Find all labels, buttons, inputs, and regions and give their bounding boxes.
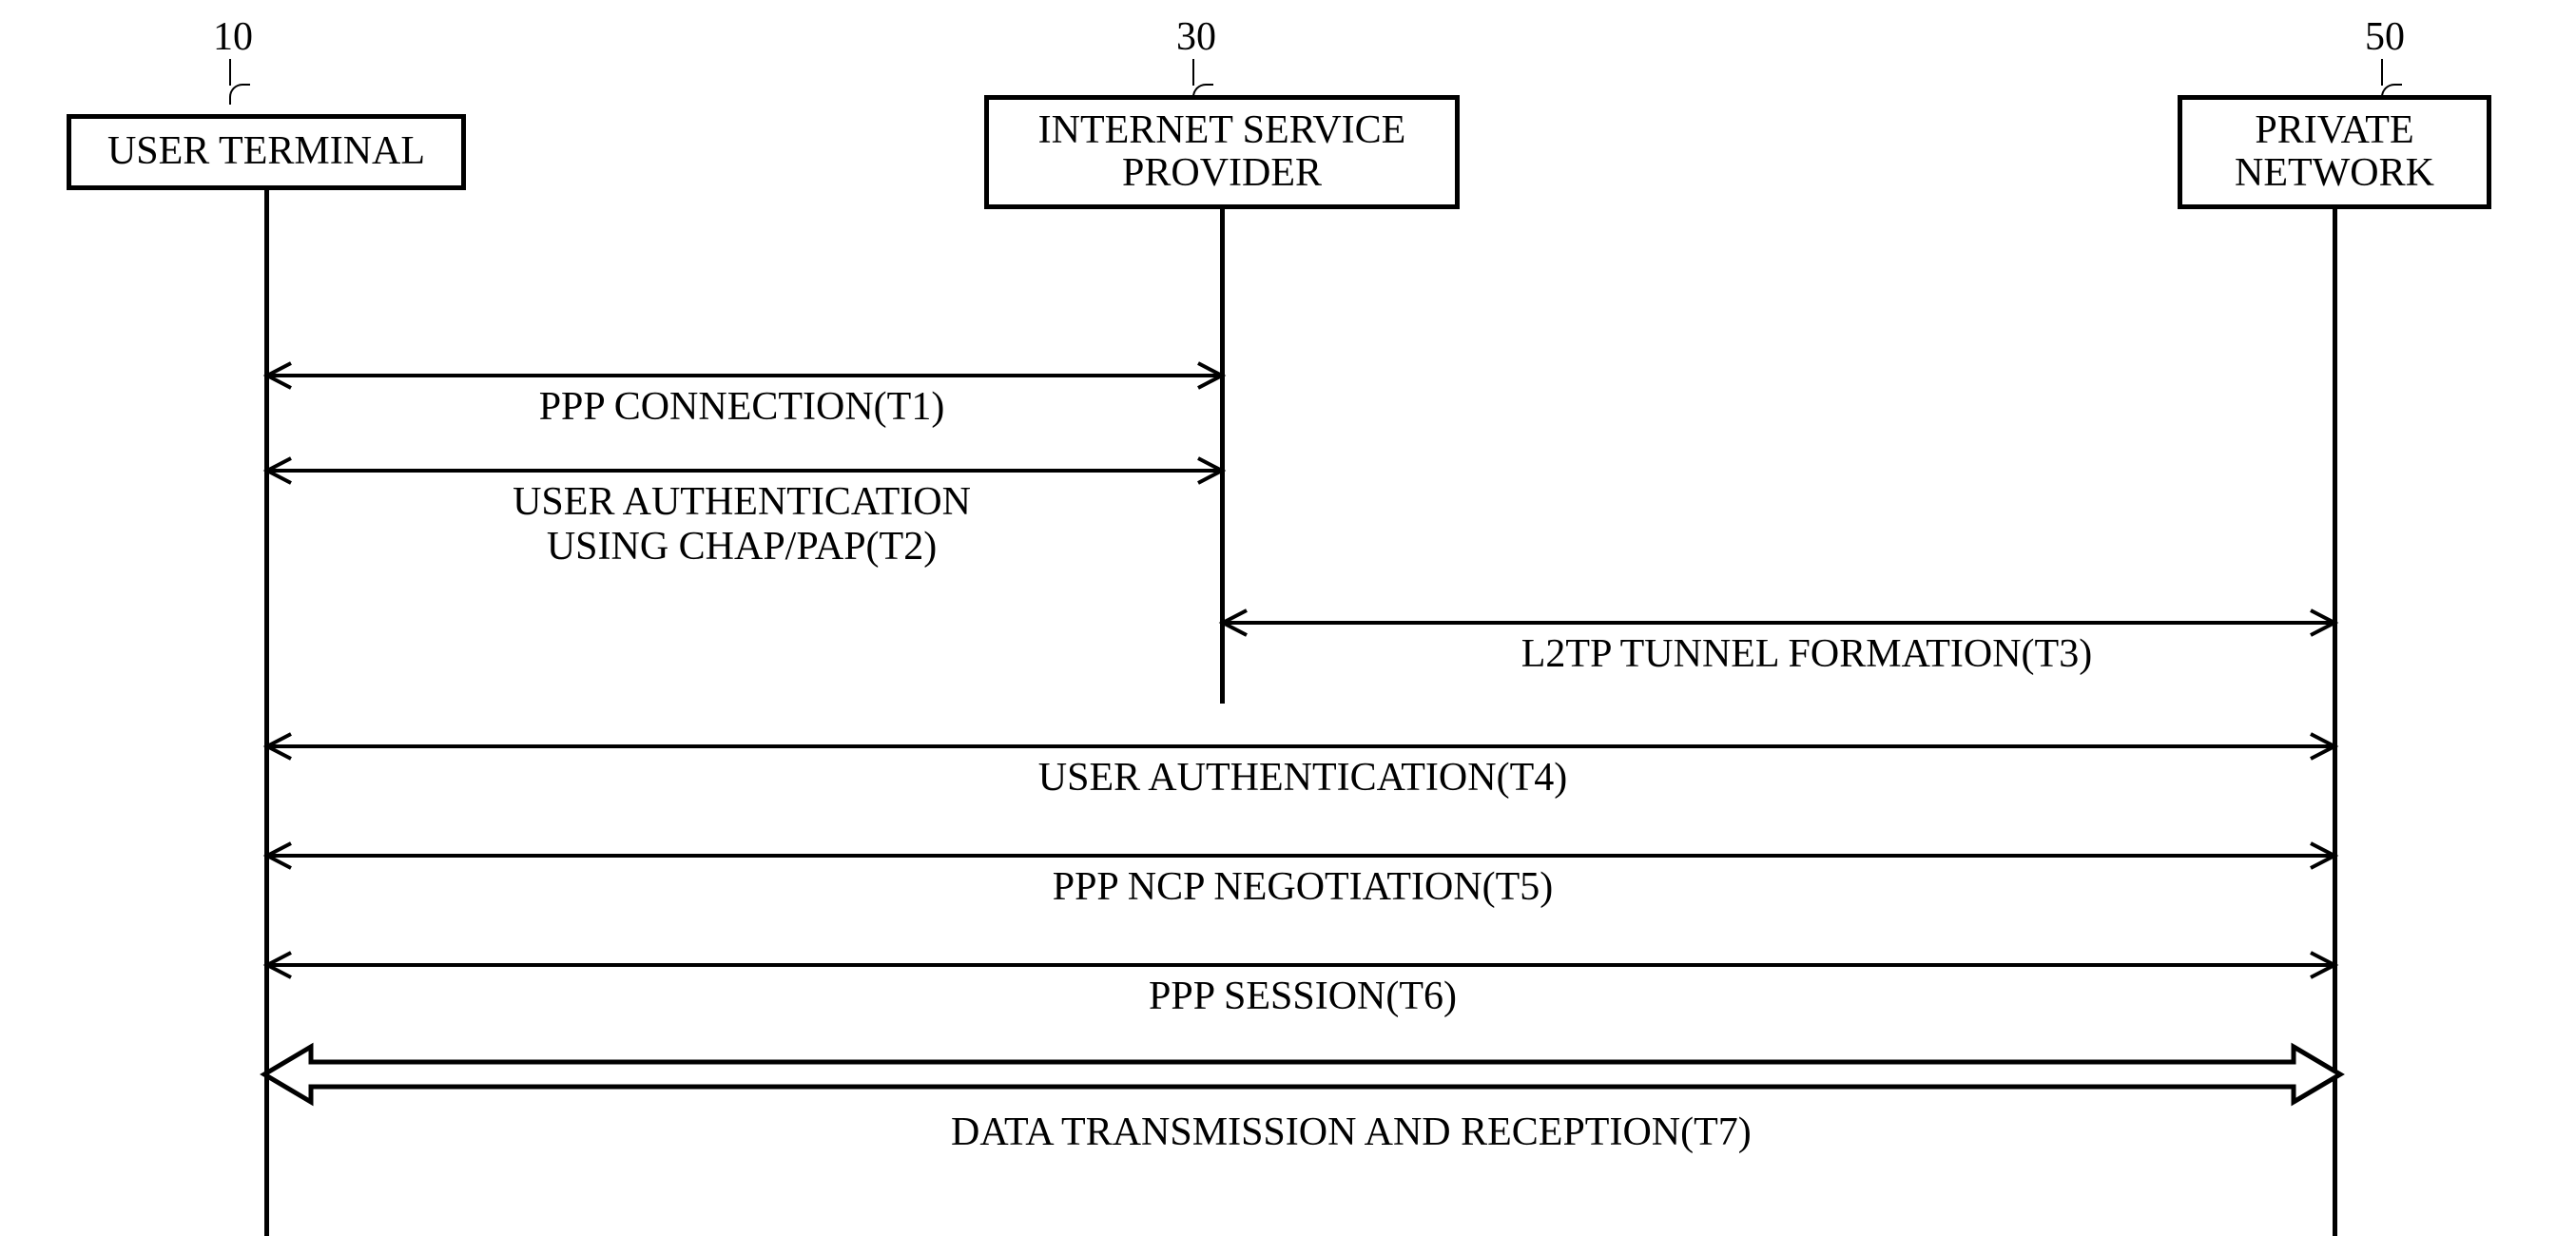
label-t1: PPP CONNECTION(T1) (418, 385, 1065, 430)
leader-line (2381, 59, 2383, 86)
actor-ref-isp: 30 (1158, 14, 1234, 60)
label-t2: USER AUTHENTICATION USING CHAP/PAP(T2) (352, 480, 1132, 570)
leader-line (229, 59, 231, 86)
actor-private-net: PRIVATE NETWORK (2178, 95, 2491, 209)
label-t5: PPP NCP NEGOTIATION(T5) (932, 865, 1674, 910)
actor-user-terminal: USER TERMINAL (67, 114, 466, 190)
leader-line (1192, 59, 1194, 86)
label-t6: PPP SESSION(T6) (932, 975, 1674, 1019)
label-t3: L2TP TUNNEL FORMATION(T3) (1445, 632, 2168, 677)
actor-ref-private-net: 50 (2347, 14, 2423, 60)
label-t4: USER AUTHENTICATION(T4) (932, 756, 1674, 801)
leader-hook (229, 84, 250, 105)
label-t7: DATA TRANSMISSION AND RECEPTION(T7) (951, 1110, 2092, 1155)
actor-ref-user-terminal: 10 (195, 14, 271, 60)
block-arrow-t7 (259, 1041, 2346, 1108)
actor-isp: INTERNET SERVICE PROVIDER (984, 95, 1460, 209)
